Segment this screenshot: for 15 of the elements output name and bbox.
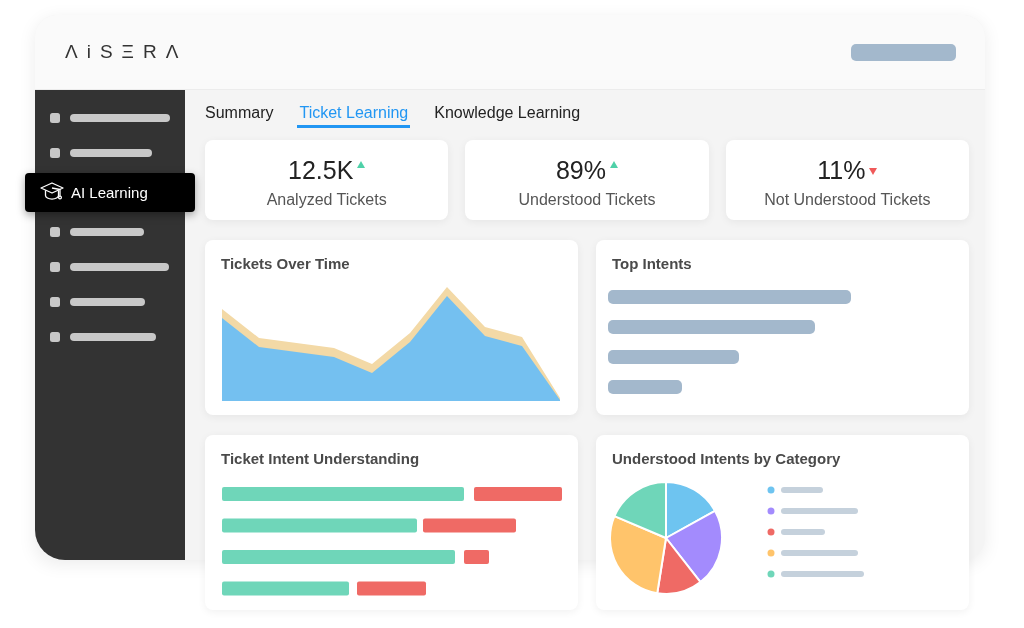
stat-label: Analyzed Tickets <box>266 190 387 210</box>
panel-title: Top Intents <box>612 254 693 274</box>
tab[interactable]: Knowledge Learning <box>432 103 583 128</box>
stat-value: 12.5K <box>288 156 354 184</box>
stat-label: Not Understood Tickets <box>764 190 931 210</box>
tab[interactable]: Summary <box>203 103 276 128</box>
stat-label: Understood Tickets <box>518 190 656 210</box>
graduation-cap-icon <box>40 182 64 203</box>
logo[interactable]: ΛiSΞRΛ <box>65 41 188 63</box>
sidebar-item[interactable]: AI Learning <box>25 173 195 212</box>
stat-value: 89% <box>555 156 606 184</box>
panel-title: Understood Intents by Category <box>612 449 842 469</box>
panel-title: Ticket Intent Understanding <box>221 449 421 469</box>
panel-title: Tickets Over Time <box>221 254 351 274</box>
stat-value: 11% <box>817 156 866 184</box>
